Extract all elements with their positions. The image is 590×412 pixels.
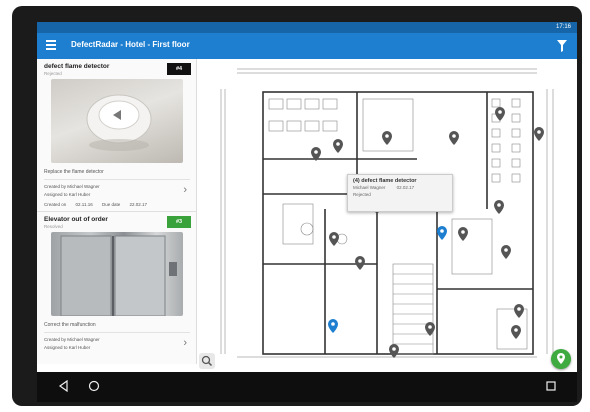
defect-description: Replace the flame detector — [44, 169, 104, 175]
map-pin-icon[interactable] — [437, 226, 447, 240]
recents-icon[interactable] — [545, 380, 557, 392]
map-pin-icon[interactable] — [514, 304, 524, 318]
elevator-photo[interactable] — [51, 232, 183, 316]
popup-line2: Rejected — [353, 192, 371, 197]
defect-card-4[interactable]: defect flame detector Rejected #4 Replac… — [37, 59, 197, 211]
defect-description: Correct the malfunction — [44, 322, 96, 328]
status-bar: 17:16 — [37, 22, 577, 33]
map-pin-icon[interactable] — [501, 245, 511, 259]
map-pin-icon[interactable] — [511, 325, 521, 339]
zoom-icon[interactable] — [199, 353, 215, 369]
defect-photo[interactable] — [51, 79, 183, 163]
map-pin-icon[interactable] — [494, 200, 504, 214]
defect-number-badge: #3 — [167, 216, 191, 228]
defect-popup[interactable]: (4) defect flame detector Michael Wagner… — [347, 174, 453, 212]
status-time: 17:16 — [555, 24, 571, 30]
map-pin-icon[interactable] — [458, 227, 468, 241]
map-pin-icon[interactable] — [495, 107, 505, 121]
defect-assigned-to: Assigned to Karl Huber — [44, 345, 91, 350]
app-bar: DefectRadar - Hotel - First floor — [37, 33, 577, 59]
chevron-right-icon[interactable]: › — [183, 337, 187, 349]
defect-number-badge: #4 — [167, 63, 191, 75]
back-icon[interactable] — [58, 380, 70, 392]
location-pin-icon[interactable] — [551, 349, 571, 369]
defect-list: defect flame detector Rejected #4 Replac… — [37, 59, 197, 364]
map-pin-icon[interactable] — [389, 344, 399, 358]
home-icon[interactable] — [88, 380, 100, 392]
map-pin-icon[interactable] — [355, 256, 365, 270]
menu-icon[interactable] — [46, 40, 56, 50]
map-pin-icon[interactable] — [534, 127, 544, 141]
app-title: DefectRadar - Hotel - First floor — [71, 40, 190, 49]
system-nav-bar — [37, 372, 577, 402]
defect-dates: Created on 02.11.16 Due date 22.02.17 — [44, 202, 148, 207]
map-pin-icon[interactable] — [333, 139, 343, 153]
chevron-right-icon[interactable]: › — [183, 184, 187, 196]
defect-pins — [311, 107, 544, 358]
map-pin-icon[interactable] — [329, 232, 339, 246]
map-pin-icon[interactable] — [449, 131, 459, 145]
map-pin-icon[interactable] — [382, 131, 392, 145]
filter-icon[interactable] — [557, 40, 567, 52]
defect-card-3[interactable]: Elevator out of order Resolved #3 Correc… — [37, 211, 197, 364]
map-pin-icon[interactable] — [328, 319, 338, 333]
defect-assigned-to: Assigned to Karl Huber — [44, 192, 91, 197]
tablet-frame: 17:16 DefectRadar - Hotel - First floor … — [12, 6, 582, 406]
popup-line1: Michael Wagner 02.02.17 — [353, 185, 415, 190]
tablet-screen: 17:16 DefectRadar - Hotel - First floor … — [37, 22, 577, 402]
